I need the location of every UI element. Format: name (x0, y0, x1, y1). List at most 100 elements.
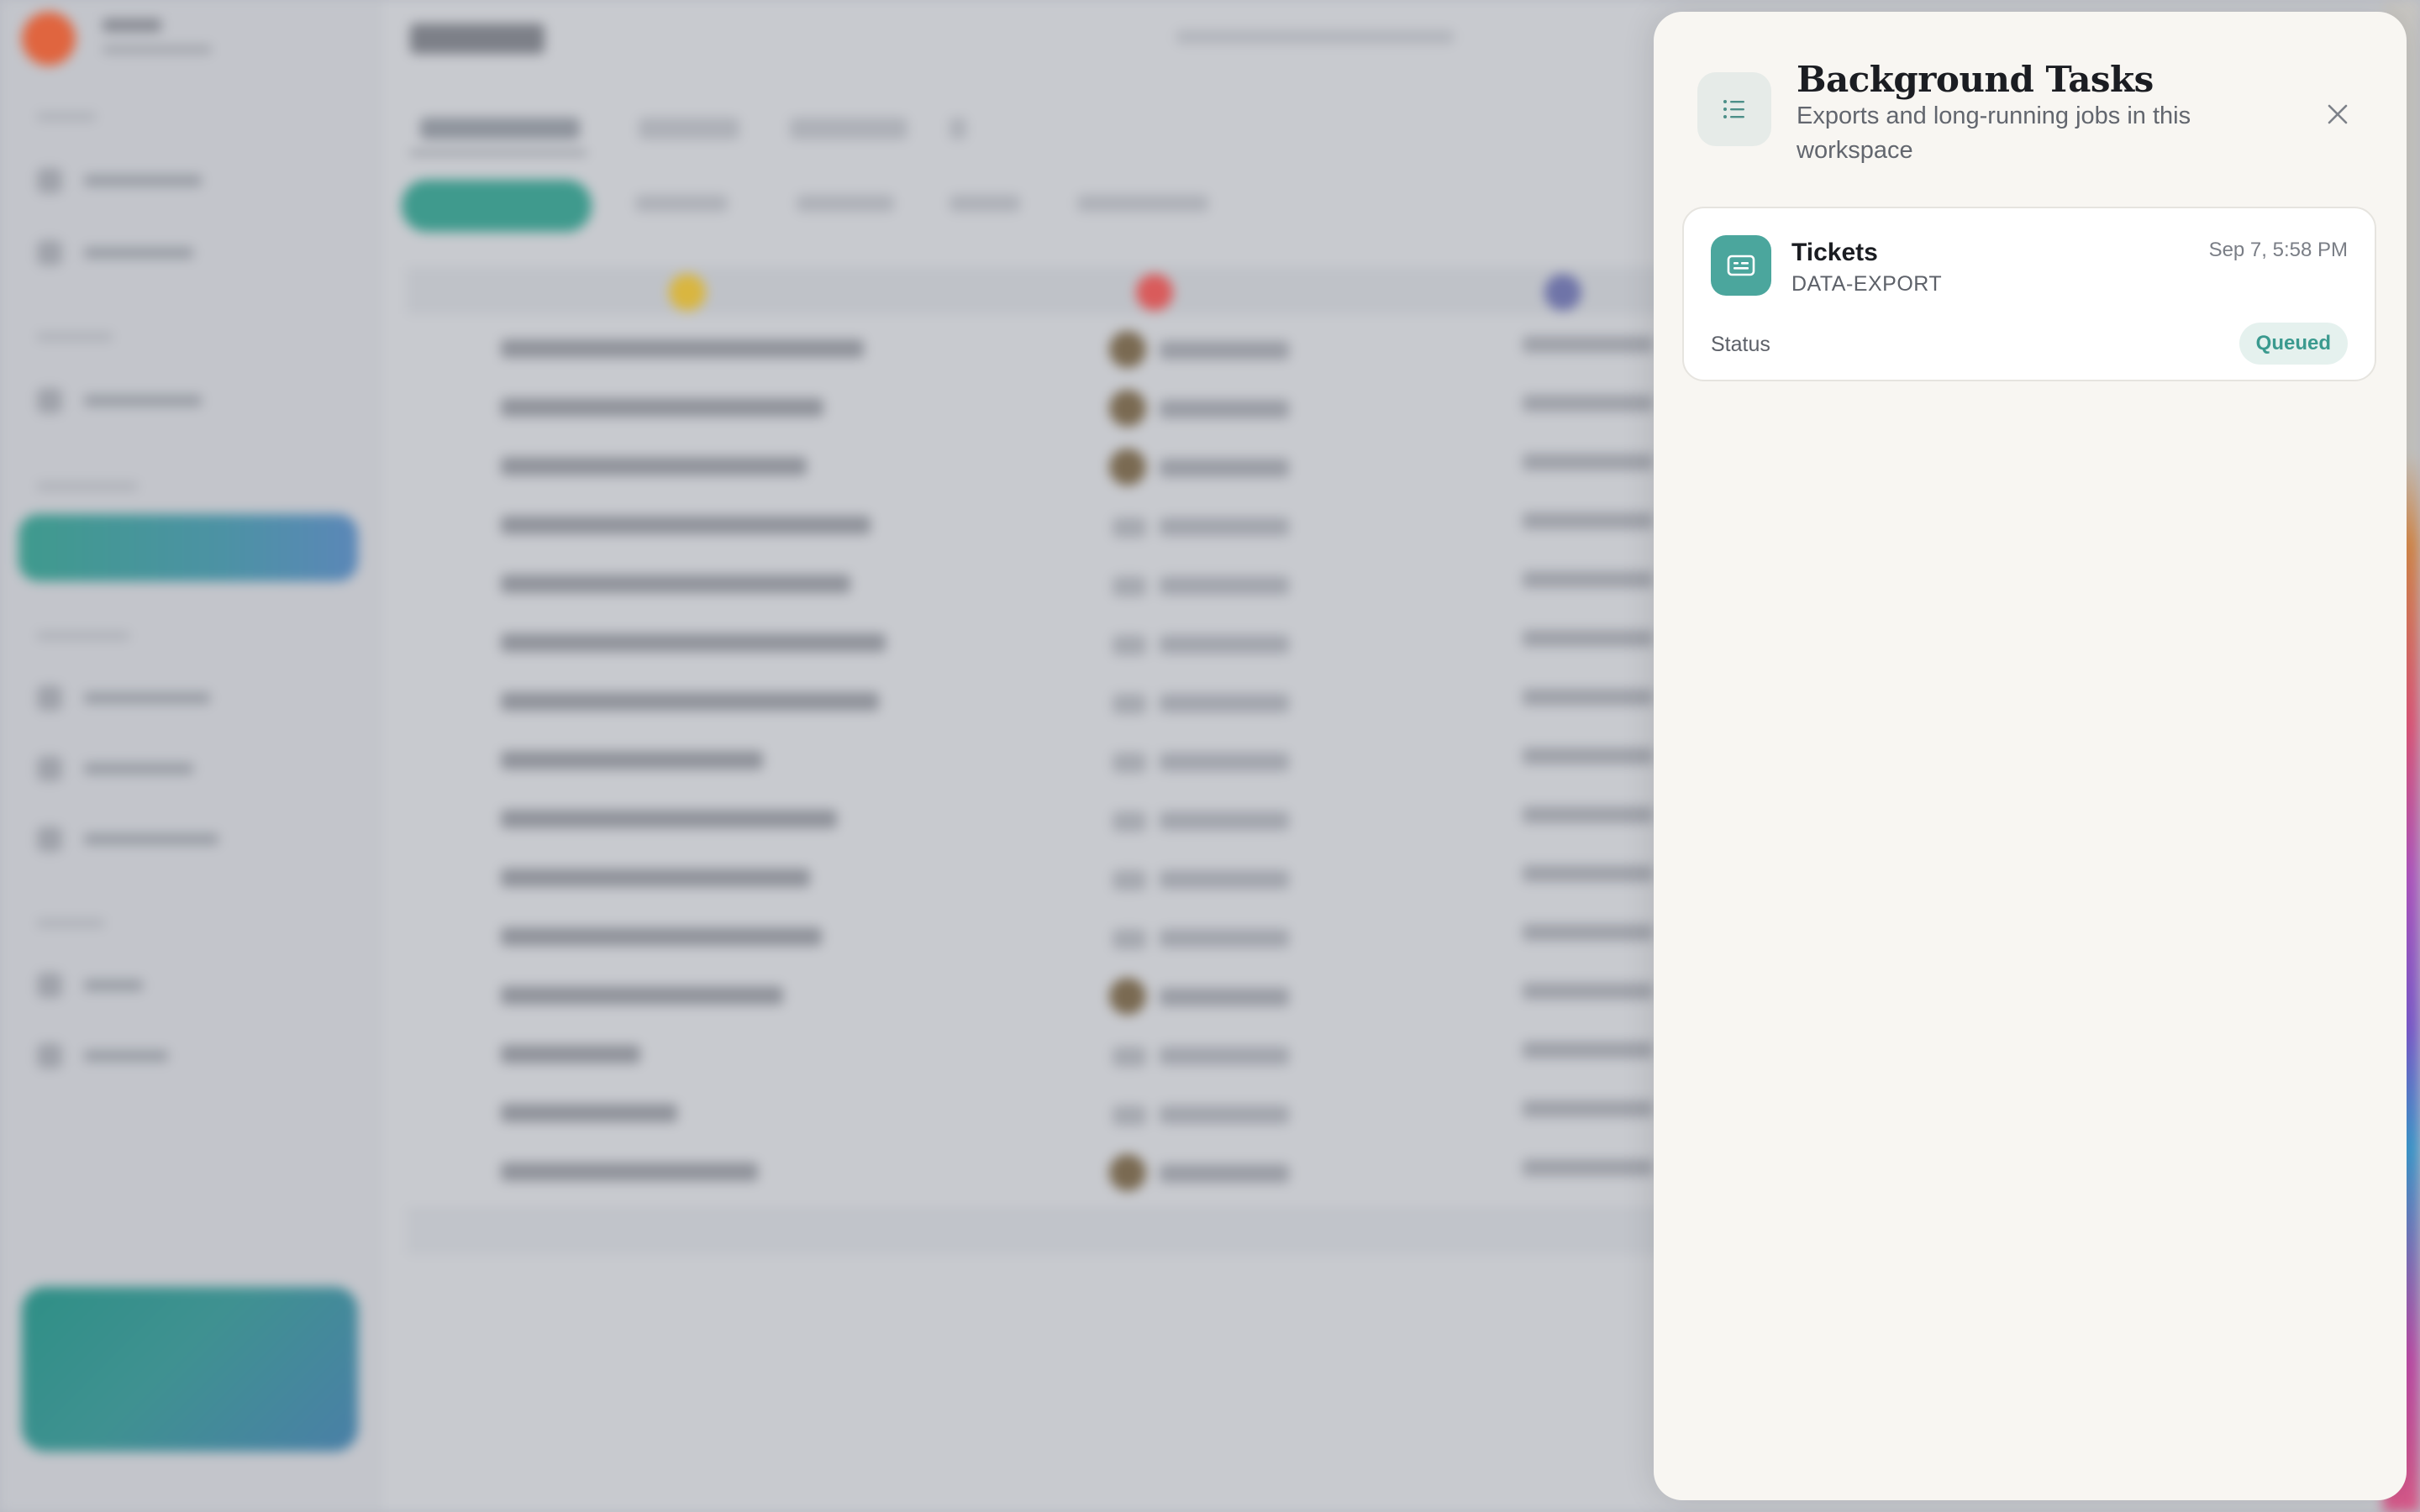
row-text (1523, 806, 1654, 823)
avatar-placeholder (1113, 1047, 1146, 1067)
row-text (1160, 870, 1289, 889)
row-text (1160, 694, 1289, 712)
column-icon (1544, 274, 1581, 311)
nav-section-heading (37, 113, 96, 121)
row-text (1160, 341, 1289, 360)
sidebar (0, 0, 380, 1512)
row-text (1160, 1047, 1289, 1065)
row-text (1523, 512, 1654, 529)
table-header (407, 267, 1667, 314)
avatar (1109, 390, 1146, 427)
avatar-placeholder (1113, 694, 1146, 714)
avatar-placeholder (1113, 635, 1146, 655)
filter-chip (635, 195, 728, 212)
row-text (501, 575, 850, 593)
row-text (501, 927, 822, 946)
row-text (501, 1045, 640, 1063)
row-text (1160, 400, 1289, 418)
avatar-placeholder (1113, 929, 1146, 949)
avatar (1109, 331, 1146, 368)
primary-button-placeholder (402, 180, 592, 232)
row-text (1523, 395, 1654, 412)
sidebar-item-icon (37, 973, 62, 998)
list-icon (1697, 72, 1771, 146)
row-text (1523, 1042, 1654, 1058)
row-text (501, 398, 823, 417)
close-button[interactable] (2319, 96, 2356, 133)
row-text (1523, 983, 1654, 1000)
sidebar-item-label (84, 1050, 168, 1062)
filter-chip (797, 195, 894, 212)
row-text (1160, 753, 1289, 771)
status-label: Status (1711, 333, 1770, 356)
close-icon[interactable] (2325, 102, 2350, 127)
sidebar-item-icon (37, 1043, 62, 1068)
avatar-placeholder (1113, 811, 1146, 832)
row-text (1523, 689, 1654, 706)
sidebar-item-label (84, 979, 143, 991)
tab (420, 118, 580, 139)
row-text (501, 869, 810, 887)
task-timestamp: Sep 7, 5:58 PM (2208, 239, 2348, 261)
row-text (501, 986, 783, 1005)
row-text (501, 457, 807, 475)
sidebar-item-label (84, 175, 202, 186)
task-type: DATA-EXPORT (1791, 272, 1943, 296)
column-icon (1136, 274, 1173, 311)
row-text (1523, 865, 1654, 882)
sidebar-item-label (84, 833, 218, 845)
row-text (1523, 924, 1654, 941)
app-logo (22, 12, 76, 66)
workspace-sub-placeholder (103, 45, 212, 54)
tab (790, 118, 908, 139)
table-footer (407, 1210, 1667, 1255)
panel-title: Background Tasks (1797, 59, 2154, 100)
tab (639, 118, 739, 139)
background-tasks-panel: Background Tasks Exports and long-runnin… (1654, 12, 2407, 1500)
nav-section-heading (37, 482, 138, 491)
row-text (501, 1163, 758, 1181)
avatar-placeholder (1113, 517, 1146, 538)
row-text (1523, 336, 1654, 353)
row-text (1160, 459, 1289, 477)
task-card[interactable]: Tickets DATA-EXPORT Sep 7, 5:58 PM Statu… (1682, 207, 2376, 381)
row-text (501, 692, 879, 711)
row-text (1523, 1100, 1654, 1117)
row-text (1160, 1105, 1289, 1124)
page-title-placeholder (410, 24, 544, 54)
column-icon (669, 274, 706, 311)
row-text (501, 1104, 677, 1122)
row-text (501, 516, 871, 534)
row-text (1523, 454, 1654, 470)
filter-chip (950, 195, 1020, 212)
avatar-placeholder (1113, 753, 1146, 773)
row-text (1160, 811, 1289, 830)
row-text (1160, 929, 1289, 948)
avatar (1109, 449, 1146, 486)
sidebar-item-icon (37, 827, 62, 852)
sidebar-item-icon (37, 168, 62, 193)
ticket-icon (1711, 235, 1771, 296)
sidebar-item-label (84, 763, 193, 774)
avatar-placeholder (1113, 1105, 1146, 1126)
sidebar-item-icon (37, 240, 62, 265)
avatar (1109, 1154, 1146, 1191)
avatar-placeholder (1113, 576, 1146, 596)
row-text (501, 751, 763, 769)
row-text (1160, 988, 1289, 1006)
row-text (501, 339, 864, 358)
workspace-name-placeholder (103, 18, 161, 32)
promo-card (22, 1287, 358, 1452)
panel-subtitle: Exports and long-running jobs in this wo… (1797, 102, 2191, 164)
row-text (501, 810, 837, 828)
sidebar-item-icon (37, 756, 62, 781)
avatar (1109, 978, 1146, 1015)
nav-section-heading (37, 919, 104, 927)
row-text (1160, 576, 1289, 595)
sidebar-item-label (84, 395, 202, 407)
row-text (1160, 517, 1289, 536)
sidebar-item-icon (37, 685, 62, 711)
row-text (1523, 1159, 1654, 1176)
status-badge: Queued (2238, 323, 2348, 365)
row-text (1523, 630, 1654, 647)
